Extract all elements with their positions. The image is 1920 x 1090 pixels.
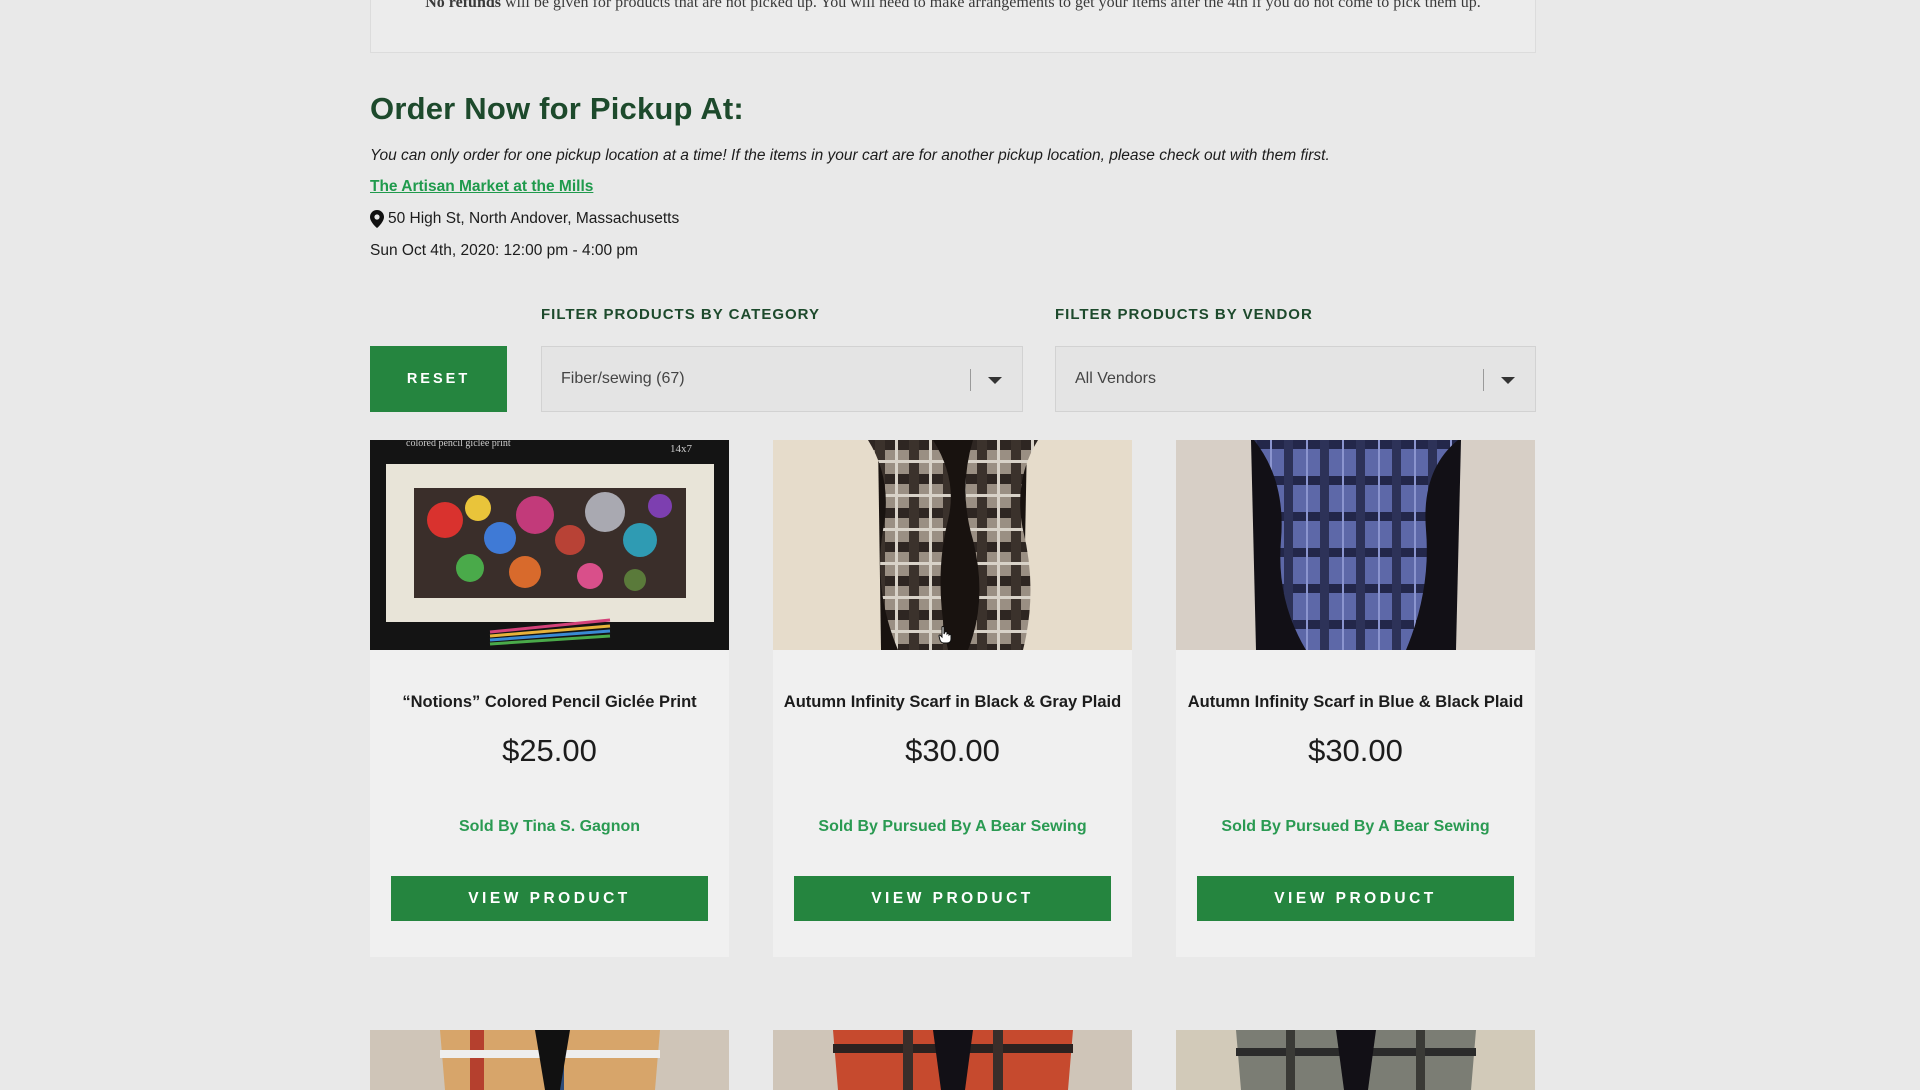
refund-notice: No refunds will be given for products th… [370,0,1536,53]
chevron-down-icon[interactable] [988,377,1002,384]
product-image-buttons-print[interactable]: colored pencil giclée print 14x7 [370,440,729,650]
product-card: colored pencil giclée print 14x7 “Notion… [370,440,729,957]
product-title[interactable]: “Notions” Colored Pencil Giclée Print [370,693,729,712]
notice-text: will be given for products that are not … [500,0,1481,11]
product-image-partial[interactable] [1176,1030,1535,1090]
view-product-button[interactable]: VIEW PRODUCT [1197,876,1514,921]
product-price: $30.00 [1308,733,1403,768]
product-vendor[interactable]: Sold By Tina S. Gagnon [370,818,729,836]
product-price: $25.00 [502,733,597,768]
hand-cursor-icon [938,626,952,644]
product-card: Autumn Infinity Scarf in Black & Gray Pl… [773,440,1132,957]
image-caption-left: colored pencil giclée print [406,440,511,449]
product-price: $30.00 [905,733,1000,768]
pickup-location-link[interactable]: The Artisan Market at the Mills [370,178,593,196]
vendor-filter-label: FILTER PRODUCTS BY VENDOR [1055,306,1313,323]
notice-bold: No refunds [425,0,501,11]
category-select-value: Fiber/sewing (67) [561,370,685,387]
select-divider [1483,369,1484,391]
product-image-partial[interactable] [773,1030,1132,1090]
category-select[interactable]: Fiber/sewing (67) [541,346,1023,412]
pickup-datetime: Sun Oct 4th, 2020: 12:00 pm - 4:00 pm [370,242,638,259]
image-caption-right: 14x7 [670,443,693,455]
category-filter-label: FILTER PRODUCTS BY CATEGORY [541,306,820,323]
product-card: Autumn Infinity Scarf in Blue & Black Pl… [1176,440,1535,957]
pickup-note: You can only order for one pickup locati… [370,147,1330,164]
reset-button[interactable]: RESET [370,346,507,412]
view-product-button[interactable]: VIEW PRODUCT [794,876,1111,921]
vendor-select[interactable]: All Vendors [1055,346,1536,412]
product-title[interactable]: Autumn Infinity Scarf in Blue & Black Pl… [1176,693,1535,712]
view-product-button[interactable]: VIEW PRODUCT [391,876,708,921]
pickup-address: 50 High St, North Andover, Massachusetts [370,210,679,228]
chevron-down-icon[interactable] [1501,377,1515,384]
product-image-blue-scarf[interactable] [1176,440,1535,650]
product-title[interactable]: Autumn Infinity Scarf in Black & Gray Pl… [773,693,1132,712]
address-text: 50 High St, North Andover, Massachusetts [388,210,680,227]
product-image-gray-scarf[interactable] [773,440,1132,650]
product-vendor[interactable]: Sold By Pursued By A Bear Sewing [1176,818,1535,836]
product-image-partial[interactable] [370,1030,729,1090]
select-divider [970,369,971,391]
product-vendor[interactable]: Sold By Pursued By A Bear Sewing [773,818,1132,836]
pickup-heading: Order Now for Pickup At: [370,91,744,126]
map-pin-icon [370,210,384,228]
vendor-select-value: All Vendors [1075,370,1156,387]
